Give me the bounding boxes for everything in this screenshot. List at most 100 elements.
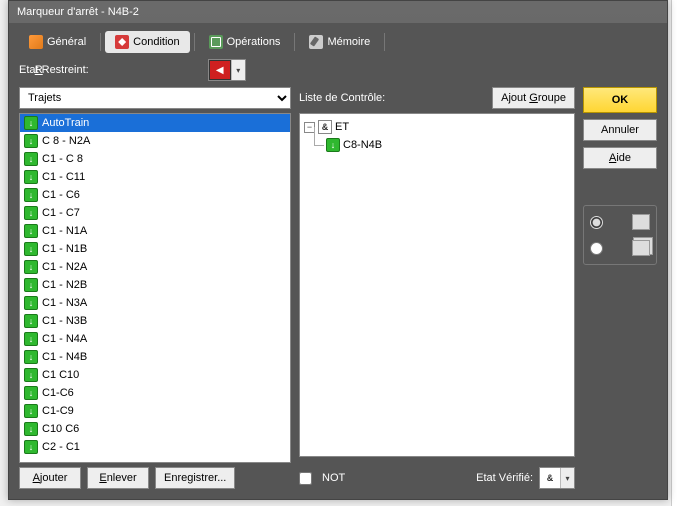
- route-list[interactable]: AutoTrainC 8 - N2AC1 - C 8C1 - C11C1 - C…: [20, 114, 290, 462]
- list-item-label: C1 C10: [42, 369, 79, 381]
- operations-icon: [209, 35, 223, 49]
- list-item-label: AutoTrain: [42, 117, 89, 129]
- list-item[interactable]: C1 - C 8: [20, 150, 290, 168]
- chevron-down-icon: ▾: [231, 60, 245, 80]
- list-item[interactable]: C1-C9: [20, 402, 290, 420]
- route-icon: [24, 332, 38, 346]
- tab-separator: [294, 33, 295, 51]
- help-button[interactable]: Aide: [583, 147, 657, 169]
- not-checkbox[interactable]: [299, 472, 312, 485]
- list-item-label: C 8 - N2A: [42, 135, 90, 147]
- tab-condition[interactable]: Condition: [105, 31, 189, 53]
- list-item[interactable]: C1 C10: [20, 366, 290, 384]
- list-item-label: C1 - N2A: [42, 261, 87, 273]
- list-item[interactable]: C1 - N1B: [20, 240, 290, 258]
- list-item[interactable]: C10 C6: [20, 420, 290, 438]
- list-item[interactable]: C1 - N1A: [20, 222, 290, 240]
- multi-page-icon: [632, 240, 650, 256]
- list-item-label: C1 - N3A: [42, 297, 87, 309]
- list-item[interactable]: C2 - C1: [20, 438, 290, 456]
- list-item[interactable]: AutoTrain: [20, 114, 290, 132]
- list-item-label: C1 - N4B: [42, 351, 87, 363]
- tree-root[interactable]: − & ET: [304, 118, 570, 136]
- route-icon: [24, 314, 38, 328]
- list-item[interactable]: C1 - N4B: [20, 348, 290, 366]
- add-button[interactable]: Ajouter: [19, 467, 81, 489]
- main-area: Trajets AutoTrain C 8 - N2A C1 - C 8 C1 - C…: [19, 87, 657, 489]
- list-item-label: C1 - C 8: [42, 153, 83, 165]
- tab-label: Mémoire: [327, 36, 370, 48]
- right-column: OK Annuler Aide: [583, 87, 657, 489]
- tab-bar: Général Condition Opérations Mémoire: [19, 31, 657, 53]
- list-item-label: C1 - N1A: [42, 225, 87, 237]
- route-icon: [24, 440, 38, 454]
- view-mode-single-radio[interactable]: [590, 216, 603, 229]
- control-list-label: Liste de Contrôle:: [299, 92, 385, 104]
- tree-child-label: C8-N4B: [343, 139, 382, 151]
- client-area: Général Condition Opérations Mémoire Eta…: [9, 23, 667, 499]
- window-title: Marqueur d'arrêt - N4B-2: [9, 1, 667, 23]
- list-item[interactable]: C1 - N2A: [20, 258, 290, 276]
- list-item[interactable]: C1 - C11: [20, 168, 290, 186]
- tab-separator: [100, 33, 101, 51]
- list-item[interactable]: C1 - N4A: [20, 330, 290, 348]
- list-item[interactable]: C 8 - N2A: [20, 132, 290, 150]
- verified-state: Etat Vérifié: & ▾: [476, 467, 575, 489]
- list-item-label: C1 - N4A: [42, 333, 87, 345]
- category-combo[interactable]: Trajets: [19, 87, 291, 109]
- list-item[interactable]: C1 - N3B: [20, 312, 290, 330]
- dialog-window: Marqueur d'arrêt - N4B-2 Général Conditi…: [8, 0, 668, 500]
- route-icon: [24, 188, 38, 202]
- tab-label: Général: [47, 36, 86, 48]
- route-icon: [24, 422, 38, 436]
- tab-label: Opérations: [227, 36, 281, 48]
- restricted-state-combo[interactable]: ◀ ▾: [208, 59, 246, 81]
- control-tree[interactable]: − & ET C8-N4B: [299, 113, 575, 457]
- view-mode-multi-radio[interactable]: [590, 242, 603, 255]
- route-list-container: AutoTrainC 8 - N2AC1 - C 8C1 - C11C1 - C…: [19, 113, 291, 463]
- tab-separator: [384, 33, 385, 51]
- route-icon: [24, 350, 38, 364]
- route-icon: [24, 278, 38, 292]
- verified-label: Etat Vérifié:: [476, 472, 533, 484]
- list-item-label: C1 - C7: [42, 207, 80, 219]
- route-icon: [24, 296, 38, 310]
- condition-icon: [115, 35, 129, 49]
- route-icon: [24, 368, 38, 382]
- tab-operations[interactable]: Opérations: [199, 31, 291, 53]
- list-item[interactable]: C1 - C7: [20, 204, 290, 222]
- view-mode-group: [583, 205, 657, 265]
- tab-general[interactable]: Général: [19, 31, 96, 53]
- single-page-icon: [632, 214, 650, 230]
- route-icon: [24, 404, 38, 418]
- left-buttons: Ajouter Enlever Enregistrer...: [19, 467, 291, 489]
- route-icon: [24, 206, 38, 220]
- list-item-label: C1 - N1B: [42, 243, 87, 255]
- tab-separator: [194, 33, 195, 51]
- cancel-button[interactable]: Annuler: [583, 119, 657, 141]
- list-item-label: C2 - C1: [42, 441, 80, 453]
- left-column: Trajets AutoTrain C 8 - N2A C1 - C 8 C1 - C…: [19, 87, 291, 489]
- route-icon: [326, 138, 340, 152]
- not-label: NOT: [322, 472, 345, 484]
- restricted-label: Etat Restreint: R: [19, 64, 100, 76]
- add-group-button[interactable]: Ajout Groupe: [492, 87, 575, 109]
- tab-memory[interactable]: Mémoire: [299, 31, 380, 53]
- list-item-label: C10 C6: [42, 423, 79, 435]
- ok-button[interactable]: OK: [583, 87, 657, 113]
- list-item[interactable]: C1 - C6: [20, 186, 290, 204]
- list-item-label: C1-C9: [42, 405, 74, 417]
- route-icon: [24, 116, 38, 130]
- remove-button[interactable]: Enlever: [87, 467, 149, 489]
- save-button[interactable]: Enregistrer...: [155, 467, 235, 489]
- list-item[interactable]: C1-C6: [20, 384, 290, 402]
- tree-child[interactable]: C8-N4B: [326, 136, 570, 154]
- list-item[interactable]: C1 - N3A: [20, 294, 290, 312]
- list-item-label: C1 - N3B: [42, 315, 87, 327]
- list-item[interactable]: C1 - N2B: [20, 276, 290, 294]
- list-item-label: C1-C6: [42, 387, 74, 399]
- and-operator-icon: &: [543, 471, 557, 485]
- route-icon: [24, 260, 38, 274]
- route-icon: [24, 242, 38, 256]
- verified-combo[interactable]: & ▾: [539, 467, 575, 489]
